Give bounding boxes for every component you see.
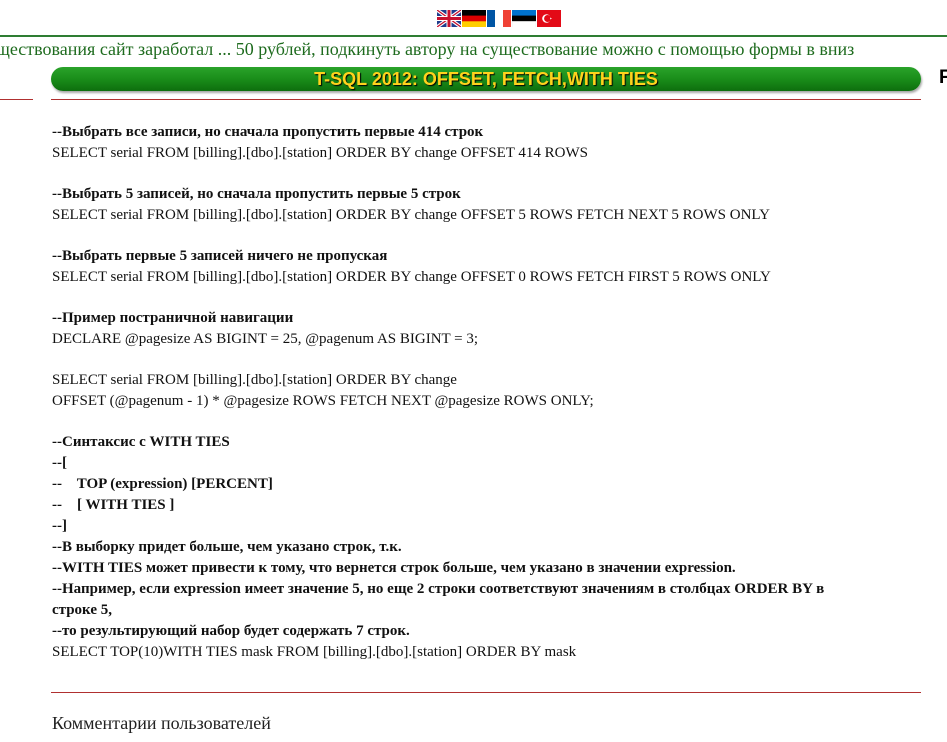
marquee-text: ществования сайт заработал ... 50 рублей… [0, 39, 855, 59]
comments-heading: Комментарии пользователей [52, 713, 271, 733]
flag-france-icon[interactable] [487, 10, 511, 27]
sql-comment: -- TOP (expression) [PERCENT] [52, 476, 273, 492]
sql-code: DECLARE @pagesize AS BIGINT = 25, @pagen… [52, 331, 479, 347]
sql-comment: --] [52, 518, 67, 534]
sql-comment: --Выбрать первые 5 записей ничего не про… [52, 248, 388, 264]
article-content: --Выбрать все записи, но сначала пропуст… [52, 122, 922, 663]
sql-comment: строке 5, [52, 602, 112, 618]
sql-code: SELECT serial FROM [billing].[dbo].[stat… [52, 269, 771, 285]
sql-comment: --В выборку придет больше, чем указано с… [52, 539, 402, 555]
donation-marquee: ществования сайт заработал ... 50 рублей… [0, 38, 947, 62]
sql-comment: --Выбрать 5 записей, но сначала пропусти… [52, 186, 461, 202]
article-title: T-SQL 2012: OFFSET, FETCH,WITH TIES [314, 69, 658, 89]
sql-comment: --WITH TIES может привести к тому, что в… [52, 560, 736, 576]
sql-comment: --Синтаксис с WITH TIES [52, 434, 230, 450]
sql-code: SELECT serial FROM [billing].[dbo].[stat… [52, 145, 588, 161]
flag-uk-icon[interactable] [437, 10, 461, 27]
sql-comment: --[ [52, 455, 67, 471]
language-flags [437, 10, 562, 28]
flag-estonia-icon[interactable] [512, 10, 536, 27]
sql-code: SELECT serial FROM [billing].[dbo].[stat… [52, 372, 457, 388]
sql-comment: --Пример постраничной навигации [52, 310, 294, 326]
flag-turkey-icon[interactable] [537, 10, 561, 27]
marquee-top-border [0, 35, 947, 37]
left-divider [0, 99, 33, 100]
sql-code: OFFSET (@pagenum - 1) * @pagesize ROWS F… [52, 393, 594, 409]
title-divider [51, 99, 921, 100]
right-column-letter: F [939, 67, 947, 88]
sql-comment: -- [ WITH TIES ] [52, 497, 175, 513]
flag-germany-icon[interactable] [462, 10, 486, 27]
sql-comment: --Выбрать все записи, но сначала пропуст… [52, 124, 484, 140]
sql-code: SELECT TOP(10)WITH TIES mask FROM [billi… [52, 644, 577, 660]
sql-comment: --то результирующий набор будет содержат… [52, 623, 410, 639]
sql-code: SELECT serial FROM [billing].[dbo].[stat… [52, 207, 770, 223]
content-divider [51, 692, 921, 693]
article-title-bar: T-SQL 2012: OFFSET, FETCH,WITH TIES [51, 67, 921, 91]
sql-comment: --Например, если expression имеет значен… [52, 581, 825, 597]
